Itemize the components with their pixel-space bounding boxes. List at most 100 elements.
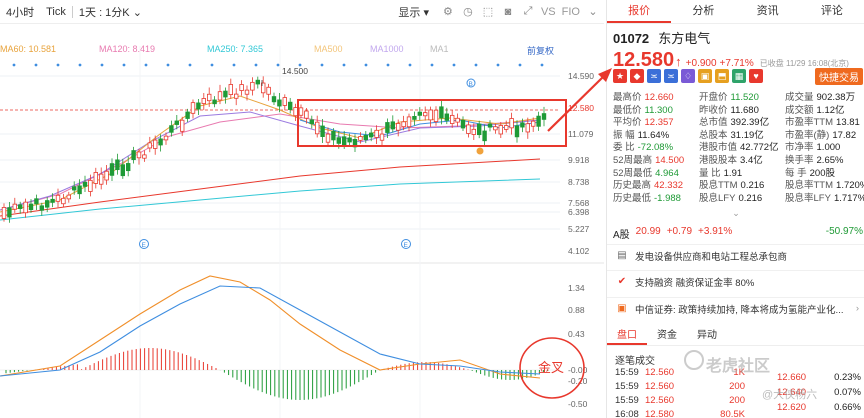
check-icon: ✔ [617,276,627,287]
signal-dot [188,63,192,67]
signal-dot [254,63,258,67]
scale-icon[interactable]: ⤢ [521,5,535,19]
watermark: 老虎社区 [706,358,771,375]
bottom-tabs: 盘口 资金 异动 [607,328,864,346]
candle-body [374,129,379,138]
tab-funds[interactable]: 资金 [647,328,687,345]
news-item[interactable]: ▤ 发电设备供应商和电站工程总承包商 [607,244,864,266]
alert-icon[interactable]: ◆ [630,69,644,83]
stats-row: 历史最高42.332股息TTM0.216股息率TTM1.720% [613,180,864,193]
stat-value: 1.000 [816,142,841,154]
tab-comments[interactable]: 评论 [800,0,864,23]
period-select-label: 1天 : 1分K [78,6,130,19]
period-select[interactable]: 1天 : 1分K ⌄ [73,4,148,20]
signal-dot [144,63,148,67]
signal-dot [56,63,60,67]
news-item[interactable]: ✔ 支持融资 融资保证金率 80% [607,270,864,292]
stat-label: 量 比 [699,167,721,179]
candle-body [503,125,509,130]
stat-cell: 股息率LFY 1.717% [785,193,864,206]
candle-body [368,132,374,138]
fast-trade-button[interactable]: 快捷交易 [815,67,863,85]
stat-cell: 52周最低 4.964 [613,168,699,181]
stat-label: 股息率TTM [785,180,834,192]
candle-body [196,102,201,110]
vs-compare-button[interactable]: VS [541,6,556,18]
fio-button[interactable]: FIO [562,6,580,18]
expand-chevron-icon[interactable]: ⌄ [607,208,864,219]
warrant-icon[interactable]: ▣ [698,69,712,83]
a-share-row[interactable]: A股 20.99 +0.79 +3.91% -50.97% [613,226,863,241]
ma-purple-line [0,111,541,211]
stat-label: 最低价 [613,104,642,116]
candle-body [185,111,190,119]
chart-pane[interactable]: 4小时 Tick 1天 : 1分K ⌄ 显示 ▾ ⚙ ◷ ⬚ ◙ ⤢ VS FI… [0,0,604,418]
bull-icon[interactable]: ⬒ [715,69,729,83]
tab-news[interactable]: 资讯 [736,0,800,23]
price-chart[interactable]: 14.59012.58011.0799.9188.7387.5686.3985.… [0,24,604,418]
stat-label: 市净率 [785,142,814,154]
candle-body [206,93,212,102]
candle-body [487,123,493,128]
indicator-display-button[interactable]: 显示 ▾ [392,4,435,20]
clock-icon[interactable]: ◷ [461,5,475,19]
stat-label: 总市值 [699,117,728,129]
price-tick-label: 11.079 [568,129,594,139]
stat-label: 港股市值 [699,142,738,154]
event-dot [476,147,484,155]
stat-cell: 振 幅 11.64% [613,130,699,143]
stat-cell: 成交额 1.12亿 [785,105,864,118]
ma-lines [0,95,541,221]
event-e-label: E [404,242,409,249]
tab-quote[interactable]: 报价 [607,0,672,23]
stat-cell: 每 手 200股 [785,168,864,181]
heart-icon[interactable]: ♥ [749,69,763,83]
options-icon[interactable]: ♢ [681,69,695,83]
candle-body [212,99,217,105]
order-volume: 0.23% [834,372,861,383]
stat-cell: 历史最高 42.332 [613,180,699,193]
candle-body [401,121,406,128]
candle-body [174,120,179,125]
draw-tool-icon[interactable]: ⬚ [481,5,495,19]
candle-body [525,123,530,133]
stat-value: 14.500 [655,154,685,166]
chevron-down-icon[interactable]: ⌄ [586,5,600,19]
stat-cell: 港股股本 3.4亿 [699,155,785,168]
candle-body [541,113,547,120]
stat-cell: 市盈率(静) 17.82 [785,130,864,143]
camera-icon[interactable]: ◙ [501,5,515,19]
candle-body [50,198,55,203]
stats-row: 振 幅 11.64% 总股本 31.19亿 市盈率(静) 17.82 [613,130,864,143]
stats-row: 52周最低 4.964 量 比 1.91 每 手 200股 [613,168,864,181]
signal-dot [122,63,126,67]
calendar-icon[interactable]: ▦ [732,69,746,83]
stat-label: 委 比 [613,142,635,154]
settings-icon[interactable]: ⚙ [441,5,455,19]
candle-body [66,194,71,200]
tick-button[interactable]: Tick [40,6,72,18]
stat-value: 4.964 [655,167,679,179]
stat-label: 市盈率(静) [785,129,830,141]
stat-cell: 总股本 31.19亿 [699,130,785,143]
tab-moves[interactable]: 异动 [687,328,727,345]
stat-cell: 52周最高 14.500 [613,155,699,168]
tab-orderbook[interactable]: 盘口 [607,328,647,345]
candle-body [336,137,341,144]
star-icon[interactable]: ★ [613,69,627,83]
candle-body [88,179,93,192]
trade-row: 15:59 12.560 200 [615,381,765,394]
tab-analysis[interactable]: 分析 [671,0,735,23]
macd-dif-line [0,275,541,379]
stat-cell: 股息率TTM1.720% [785,180,864,193]
price-tick-label: 14.590 [568,71,594,81]
ma60-line [0,113,541,211]
price-axis: 14.59012.58011.0799.9188.7387.5686.3985.… [568,71,594,256]
news-item[interactable]: ▣ 中信证券: 政策持续加持, 降本将成为氢能产业化... › [607,297,864,319]
candle-body [109,163,115,176]
connect-icon[interactable]: ≍ [647,69,661,83]
connect-icon[interactable]: ≍ [664,69,678,83]
ma250-line [0,178,541,221]
period-4h-button[interactable]: 4小时 [0,4,40,20]
candle-body [39,205,44,211]
